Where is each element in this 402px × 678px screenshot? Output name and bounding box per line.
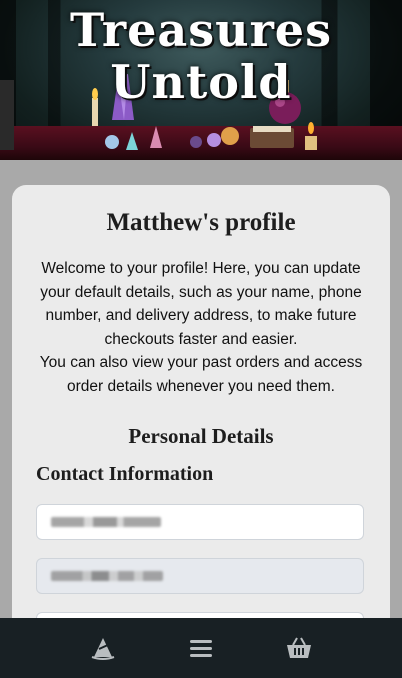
intro-paragraph-1: Welcome to your profile! Here, you can u… bbox=[40, 260, 362, 348]
profile-card: Matthew's profile Welcome to your profil… bbox=[12, 185, 390, 665]
email-field[interactable] bbox=[36, 558, 364, 594]
contact-information-heading: Contact Information bbox=[36, 463, 214, 485]
full-name-field[interactable] bbox=[36, 504, 364, 540]
redacted-name bbox=[51, 517, 161, 527]
header-banner: Treasures Untold bbox=[0, 0, 402, 160]
profile-nav-button[interactable] bbox=[88, 633, 118, 663]
personal-details-heading: Personal Details bbox=[128, 424, 274, 448]
basket-icon bbox=[287, 637, 311, 658]
wizard-hat-icon bbox=[91, 638, 115, 660]
menu-nav-button[interactable] bbox=[186, 633, 216, 663]
page-title: Matthew's profile bbox=[106, 209, 296, 236]
intro-text: Welcome to your profile! Here, you can u… bbox=[30, 257, 372, 398]
menu-icon bbox=[190, 640, 212, 657]
redacted-email bbox=[51, 571, 163, 581]
brand-title[interactable]: Treasures Untold bbox=[0, 4, 402, 108]
bottom-nav bbox=[0, 618, 402, 678]
intro-paragraph-2: You can also view your past orders and a… bbox=[39, 354, 363, 395]
basket-nav-button[interactable] bbox=[284, 633, 314, 663]
